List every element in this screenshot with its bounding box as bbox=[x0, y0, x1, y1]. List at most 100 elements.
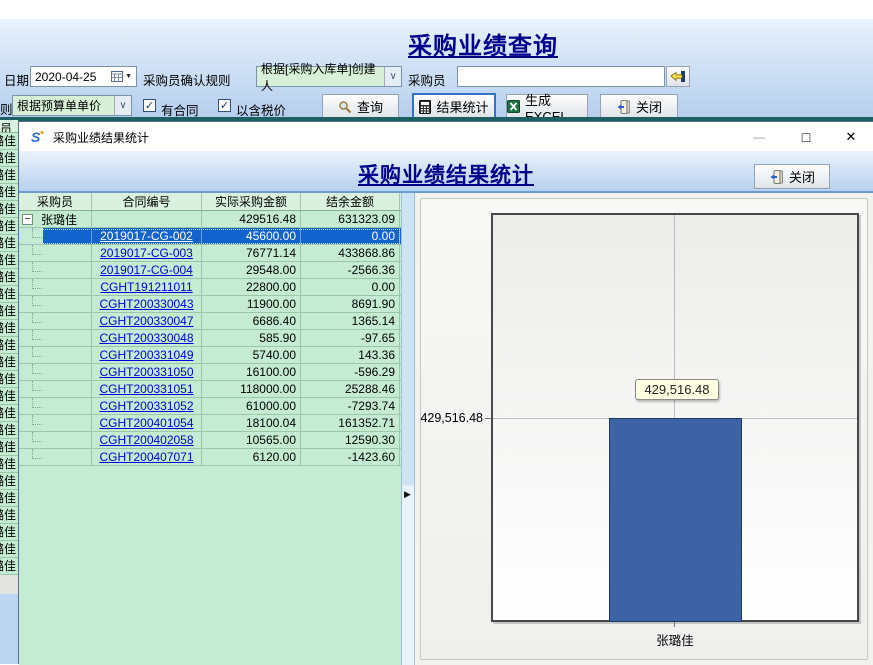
contract-link[interactable]: CGHT200330048 bbox=[99, 331, 193, 345]
group-contract-cell bbox=[92, 211, 202, 227]
contract-link[interactable]: CGHT200331052 bbox=[99, 399, 193, 413]
actual-amount-cell: 585.90 bbox=[202, 330, 301, 346]
excel-button[interactable]: 生成EXCEL bbox=[506, 94, 588, 119]
buyer-label: 采购员 bbox=[408, 70, 446, 89]
close-button[interactable]: ✕ bbox=[836, 126, 866, 148]
tree-collapse-icon[interactable]: − bbox=[22, 214, 33, 225]
contract-cell: CGHT200407071 bbox=[92, 449, 202, 465]
calendar-icon[interactable] bbox=[111, 71, 123, 82]
stats-button[interactable]: 结果统计 bbox=[412, 93, 496, 120]
date-value: 2020-04-25 bbox=[35, 70, 96, 84]
background-row-fragment: 璐佳 bbox=[0, 405, 18, 422]
contract-link[interactable]: CGHT200402058 bbox=[99, 433, 193, 447]
column-header-buyer[interactable]: 采购员 bbox=[19, 193, 92, 210]
contract-link[interactable]: CGHT200331051 bbox=[99, 382, 193, 396]
dialog-titlebar-text: 采购业绩结果统计 bbox=[53, 129, 149, 146]
table-row[interactable]: CGHT20040105418100.04161352.71 bbox=[19, 415, 401, 432]
tree-cell bbox=[19, 381, 92, 397]
table-row[interactable]: CGHT19121101122800.000.00 bbox=[19, 279, 401, 296]
contract-cell: CGHT200330048 bbox=[92, 330, 202, 346]
contract-link[interactable]: CGHT200407071 bbox=[99, 450, 193, 464]
column-header-contract[interactable]: 合同编号 bbox=[92, 193, 202, 210]
calculator-icon bbox=[419, 100, 431, 114]
contract-link[interactable]: CGHT200330047 bbox=[99, 314, 193, 328]
main-close-button[interactable]: 关闭 bbox=[600, 94, 678, 119]
panel-splitter[interactable]: ▶ bbox=[401, 193, 415, 665]
buyer-select-button[interactable] bbox=[666, 66, 690, 87]
background-row-fragment: 璐佳 bbox=[0, 201, 18, 218]
table-row[interactable]: CGHT20040205810565.0012590.30 bbox=[19, 432, 401, 449]
actual-amount-cell: 45600.00 bbox=[202, 228, 301, 244]
date-input[interactable]: 2020-04-25 ▼ bbox=[30, 66, 137, 87]
x-tick bbox=[674, 622, 675, 627]
contract-link[interactable]: 2019017-CG-004 bbox=[100, 263, 193, 277]
chevron-down-icon[interactable]: ∨ bbox=[384, 67, 401, 86]
exit-door-icon bbox=[769, 170, 784, 184]
background-header-fragment: 员 bbox=[0, 120, 18, 133]
tree-cell bbox=[19, 228, 92, 244]
contract-cell: CGHT200331049 bbox=[92, 347, 202, 363]
minimize-button[interactable]: — bbox=[744, 126, 774, 148]
contract-link[interactable]: 2019017-CG-003 bbox=[100, 246, 193, 260]
chevron-down-icon[interactable]: ∨ bbox=[114, 96, 131, 115]
background-row-fragment: 璐佳 bbox=[0, 524, 18, 541]
app-logo-icon: S bbox=[29, 129, 45, 145]
table-row[interactable]: CGHT20033105261000.00-7293.74 bbox=[19, 398, 401, 415]
y-tick-label: 429,516.48 bbox=[415, 411, 483, 425]
balance-cell: 0.00 bbox=[301, 279, 400, 295]
column-header-actual[interactable]: 实际采购金额 bbox=[202, 193, 301, 210]
contract-link[interactable]: 2019017-CG-002 bbox=[100, 229, 193, 243]
background-row-fragment: 璐佳 bbox=[0, 439, 18, 456]
balance-cell: 25288.46 bbox=[301, 381, 400, 397]
table-row[interactable]: CGHT20033004311900.008691.90 bbox=[19, 296, 401, 313]
tree-cell bbox=[19, 398, 92, 414]
dialog-title: 采购业绩结果统计 bbox=[286, 159, 606, 189]
table-row[interactable]: 2019017-CG-00245600.000.00 bbox=[19, 228, 401, 245]
balance-cell: -1423.60 bbox=[301, 449, 400, 465]
table-row[interactable]: 2019017-CG-00429548.00-2566.36 bbox=[19, 262, 401, 279]
price-rule-combobox[interactable]: 根据预算单单价 ∨ bbox=[12, 95, 132, 116]
dialog-close-button[interactable]: 关闭 bbox=[754, 164, 830, 189]
table-row[interactable]: CGHT2003310495740.00143.36 bbox=[19, 347, 401, 364]
group-row[interactable]: − 张璐佳 429516.48 631323.09 bbox=[19, 211, 401, 228]
buyer-input[interactable] bbox=[457, 66, 665, 87]
contract-link[interactable]: CGHT200331049 bbox=[99, 348, 193, 362]
tree-cell bbox=[19, 449, 92, 465]
confirm-rule-combobox[interactable]: 根据[采购入库单]创建人 ∨ bbox=[256, 66, 402, 87]
chart-bar[interactable] bbox=[609, 418, 742, 622]
has-contract-checkbox[interactable]: ✓ bbox=[143, 99, 156, 112]
background-row-fragment: 璐佳 bbox=[0, 354, 18, 371]
actual-amount-cell: 6120.00 bbox=[202, 449, 301, 465]
background-row-fragment: 璐佳 bbox=[0, 337, 18, 354]
tree-cell: − 张璐佳 bbox=[19, 211, 92, 227]
splitter-arrow-icon[interactable]: ▶ bbox=[404, 489, 411, 500]
table-row[interactable]: CGHT20033105016100.00-596.29 bbox=[19, 364, 401, 381]
contract-link[interactable]: CGHT200330043 bbox=[99, 297, 193, 311]
contract-link[interactable]: CGHT200401054 bbox=[99, 416, 193, 430]
screen: { "colors": { "title_navy": "#00008b", "… bbox=[0, 0, 873, 664]
background-left-strip-rows: 璐佳璐佳璐佳璐佳璐佳璐佳璐佳璐佳璐佳璐佳璐佳璐佳璐佳璐佳璐佳璐佳璐佳璐佳璐佳璐佳… bbox=[0, 133, 18, 575]
dialog-close-button-label: 关闭 bbox=[789, 167, 815, 186]
date-dropdown-arrow-icon[interactable]: ▼ bbox=[125, 73, 132, 80]
tax-price-checkbox[interactable]: ✓ bbox=[218, 99, 231, 112]
excel-icon bbox=[507, 100, 520, 113]
bar-value-label: 429,516.48 bbox=[635, 379, 719, 400]
dialog-titlebar[interactable]: S 采购业绩结果统计 — □ ✕ bbox=[19, 123, 873, 151]
contract-link[interactable]: CGHT200331050 bbox=[99, 365, 193, 379]
contract-link[interactable]: CGHT191211011 bbox=[100, 280, 192, 294]
tree-cell bbox=[19, 432, 92, 448]
actual-amount-cell: 10565.00 bbox=[202, 432, 301, 448]
query-button[interactable]: 查询 bbox=[322, 94, 399, 119]
column-header-balance[interactable]: 结余金额 bbox=[301, 193, 400, 210]
main-window-title: 采购业绩查询 bbox=[398, 26, 568, 61]
table-row[interactable]: CGHT200330048585.90-97.65 bbox=[19, 330, 401, 347]
maximize-button[interactable]: □ bbox=[791, 126, 821, 148]
actual-amount-cell: 5740.00 bbox=[202, 347, 301, 363]
tree-cell bbox=[19, 296, 92, 312]
contract-cell: CGHT200401054 bbox=[92, 415, 202, 431]
table-row[interactable]: CGHT200407071 6120.00-1423.60 bbox=[19, 449, 401, 466]
query-button-label: 查询 bbox=[357, 97, 383, 116]
table-row[interactable]: 2019017-CG-00376771.14433868.86 bbox=[19, 245, 401, 262]
table-row[interactable]: CGHT2003300476686.401365.14 bbox=[19, 313, 401, 330]
table-row[interactable]: CGHT200331051118000.0025288.46 bbox=[19, 381, 401, 398]
